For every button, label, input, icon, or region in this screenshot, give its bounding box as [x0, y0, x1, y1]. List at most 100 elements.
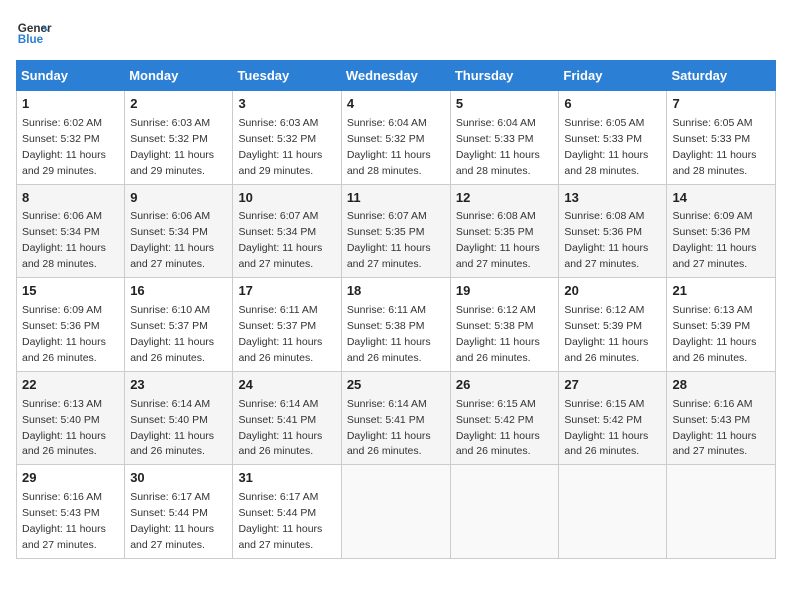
calendar-day-cell: 22 Sunrise: 6:13 AMSunset: 5:40 PMDaylig…	[17, 371, 125, 465]
calendar-day-cell: 29 Sunrise: 6:16 AMSunset: 5:43 PMDaylig…	[17, 465, 125, 559]
calendar-header-day: Wednesday	[341, 61, 450, 91]
day-number: 21	[672, 282, 770, 301]
day-number: 31	[238, 469, 335, 488]
day-number: 14	[672, 189, 770, 208]
day-number: 5	[456, 95, 554, 114]
day-info: Sunrise: 6:09 AMSunset: 5:36 PMDaylight:…	[22, 304, 106, 364]
calendar-week-row: 22 Sunrise: 6:13 AMSunset: 5:40 PMDaylig…	[17, 371, 776, 465]
day-info: Sunrise: 6:11 AMSunset: 5:38 PMDaylight:…	[347, 304, 431, 364]
day-number: 26	[456, 376, 554, 395]
calendar-day-cell: 21 Sunrise: 6:13 AMSunset: 5:39 PMDaylig…	[667, 278, 776, 372]
calendar-day-cell: 25 Sunrise: 6:14 AMSunset: 5:41 PMDaylig…	[341, 371, 450, 465]
day-info: Sunrise: 6:12 AMSunset: 5:38 PMDaylight:…	[456, 304, 540, 364]
day-number: 27	[564, 376, 661, 395]
calendar-day-cell: 20 Sunrise: 6:12 AMSunset: 5:39 PMDaylig…	[559, 278, 667, 372]
day-info: Sunrise: 6:07 AMSunset: 5:34 PMDaylight:…	[238, 210, 322, 270]
calendar-day-cell: 18 Sunrise: 6:11 AMSunset: 5:38 PMDaylig…	[341, 278, 450, 372]
calendar-day-cell	[667, 465, 776, 559]
day-number: 7	[672, 95, 770, 114]
day-info: Sunrise: 6:17 AMSunset: 5:44 PMDaylight:…	[130, 491, 214, 551]
calendar-day-cell: 26 Sunrise: 6:15 AMSunset: 5:42 PMDaylig…	[450, 371, 559, 465]
day-info: Sunrise: 6:03 AMSunset: 5:32 PMDaylight:…	[238, 117, 322, 177]
calendar-header-day: Saturday	[667, 61, 776, 91]
day-info: Sunrise: 6:02 AMSunset: 5:32 PMDaylight:…	[22, 117, 106, 177]
day-number: 20	[564, 282, 661, 301]
calendar-header-day: Friday	[559, 61, 667, 91]
calendar-day-cell: 23 Sunrise: 6:14 AMSunset: 5:40 PMDaylig…	[125, 371, 233, 465]
day-number: 15	[22, 282, 119, 301]
calendar-day-cell: 16 Sunrise: 6:10 AMSunset: 5:37 PMDaylig…	[125, 278, 233, 372]
day-number: 11	[347, 189, 445, 208]
calendar-day-cell: 7 Sunrise: 6:05 AMSunset: 5:33 PMDayligh…	[667, 91, 776, 185]
day-info: Sunrise: 6:16 AMSunset: 5:43 PMDaylight:…	[672, 398, 756, 458]
calendar-header-day: Thursday	[450, 61, 559, 91]
calendar-day-cell: 1 Sunrise: 6:02 AMSunset: 5:32 PMDayligh…	[17, 91, 125, 185]
day-number: 24	[238, 376, 335, 395]
calendar-day-cell: 14 Sunrise: 6:09 AMSunset: 5:36 PMDaylig…	[667, 184, 776, 278]
calendar-day-cell	[341, 465, 450, 559]
calendar-day-cell: 24 Sunrise: 6:14 AMSunset: 5:41 PMDaylig…	[233, 371, 341, 465]
day-number: 22	[22, 376, 119, 395]
day-info: Sunrise: 6:07 AMSunset: 5:35 PMDaylight:…	[347, 210, 431, 270]
calendar-day-cell: 13 Sunrise: 6:08 AMSunset: 5:36 PMDaylig…	[559, 184, 667, 278]
day-number: 17	[238, 282, 335, 301]
day-info: Sunrise: 6:15 AMSunset: 5:42 PMDaylight:…	[456, 398, 540, 458]
day-info: Sunrise: 6:11 AMSunset: 5:37 PMDaylight:…	[238, 304, 322, 364]
calendar-day-cell: 31 Sunrise: 6:17 AMSunset: 5:44 PMDaylig…	[233, 465, 341, 559]
day-number: 12	[456, 189, 554, 208]
calendar-day-cell: 17 Sunrise: 6:11 AMSunset: 5:37 PMDaylig…	[233, 278, 341, 372]
calendar-week-row: 8 Sunrise: 6:06 AMSunset: 5:34 PMDayligh…	[17, 184, 776, 278]
calendar-day-cell: 30 Sunrise: 6:17 AMSunset: 5:44 PMDaylig…	[125, 465, 233, 559]
calendar-header-day: Sunday	[17, 61, 125, 91]
day-number: 9	[130, 189, 227, 208]
day-info: Sunrise: 6:14 AMSunset: 5:41 PMDaylight:…	[238, 398, 322, 458]
day-number: 30	[130, 469, 227, 488]
logo: General Blue	[16, 16, 52, 52]
day-info: Sunrise: 6:13 AMSunset: 5:40 PMDaylight:…	[22, 398, 106, 458]
calendar-body: 1 Sunrise: 6:02 AMSunset: 5:32 PMDayligh…	[17, 91, 776, 559]
day-number: 10	[238, 189, 335, 208]
calendar-header-day: Tuesday	[233, 61, 341, 91]
day-info: Sunrise: 6:08 AMSunset: 5:35 PMDaylight:…	[456, 210, 540, 270]
calendar-day-cell	[559, 465, 667, 559]
day-number: 19	[456, 282, 554, 301]
day-info: Sunrise: 6:04 AMSunset: 5:33 PMDaylight:…	[456, 117, 540, 177]
day-number: 6	[564, 95, 661, 114]
calendar-day-cell: 28 Sunrise: 6:16 AMSunset: 5:43 PMDaylig…	[667, 371, 776, 465]
day-number: 13	[564, 189, 661, 208]
calendar-week-row: 29 Sunrise: 6:16 AMSunset: 5:43 PMDaylig…	[17, 465, 776, 559]
calendar-week-row: 15 Sunrise: 6:09 AMSunset: 5:36 PMDaylig…	[17, 278, 776, 372]
calendar-day-cell: 12 Sunrise: 6:08 AMSunset: 5:35 PMDaylig…	[450, 184, 559, 278]
day-number: 23	[130, 376, 227, 395]
day-info: Sunrise: 6:08 AMSunset: 5:36 PMDaylight:…	[564, 210, 648, 270]
day-info: Sunrise: 6:09 AMSunset: 5:36 PMDaylight:…	[672, 210, 756, 270]
day-number: 16	[130, 282, 227, 301]
calendar-day-cell: 4 Sunrise: 6:04 AMSunset: 5:32 PMDayligh…	[341, 91, 450, 185]
day-info: Sunrise: 6:04 AMSunset: 5:32 PMDaylight:…	[347, 117, 431, 177]
calendar-day-cell: 6 Sunrise: 6:05 AMSunset: 5:33 PMDayligh…	[559, 91, 667, 185]
day-info: Sunrise: 6:17 AMSunset: 5:44 PMDaylight:…	[238, 491, 322, 551]
day-info: Sunrise: 6:05 AMSunset: 5:33 PMDaylight:…	[564, 117, 648, 177]
day-number: 29	[22, 469, 119, 488]
calendar-week-row: 1 Sunrise: 6:02 AMSunset: 5:32 PMDayligh…	[17, 91, 776, 185]
day-info: Sunrise: 6:06 AMSunset: 5:34 PMDaylight:…	[130, 210, 214, 270]
day-info: Sunrise: 6:15 AMSunset: 5:42 PMDaylight:…	[564, 398, 648, 458]
svg-text:Blue: Blue	[18, 33, 44, 46]
calendar-day-cell: 11 Sunrise: 6:07 AMSunset: 5:35 PMDaylig…	[341, 184, 450, 278]
calendar-day-cell: 27 Sunrise: 6:15 AMSunset: 5:42 PMDaylig…	[559, 371, 667, 465]
calendar-day-cell: 9 Sunrise: 6:06 AMSunset: 5:34 PMDayligh…	[125, 184, 233, 278]
calendar-day-cell: 5 Sunrise: 6:04 AMSunset: 5:33 PMDayligh…	[450, 91, 559, 185]
day-number: 25	[347, 376, 445, 395]
header-section: General Blue	[16, 16, 776, 52]
day-info: Sunrise: 6:14 AMSunset: 5:41 PMDaylight:…	[347, 398, 431, 458]
calendar-header-row: SundayMondayTuesdayWednesdayThursdayFrid…	[17, 61, 776, 91]
day-info: Sunrise: 6:06 AMSunset: 5:34 PMDaylight:…	[22, 210, 106, 270]
day-number: 8	[22, 189, 119, 208]
calendar-day-cell: 10 Sunrise: 6:07 AMSunset: 5:34 PMDaylig…	[233, 184, 341, 278]
day-info: Sunrise: 6:14 AMSunset: 5:40 PMDaylight:…	[130, 398, 214, 458]
day-info: Sunrise: 6:03 AMSunset: 5:32 PMDaylight:…	[130, 117, 214, 177]
calendar-header-day: Monday	[125, 61, 233, 91]
calendar-day-cell: 2 Sunrise: 6:03 AMSunset: 5:32 PMDayligh…	[125, 91, 233, 185]
day-info: Sunrise: 6:16 AMSunset: 5:43 PMDaylight:…	[22, 491, 106, 551]
day-number: 3	[238, 95, 335, 114]
